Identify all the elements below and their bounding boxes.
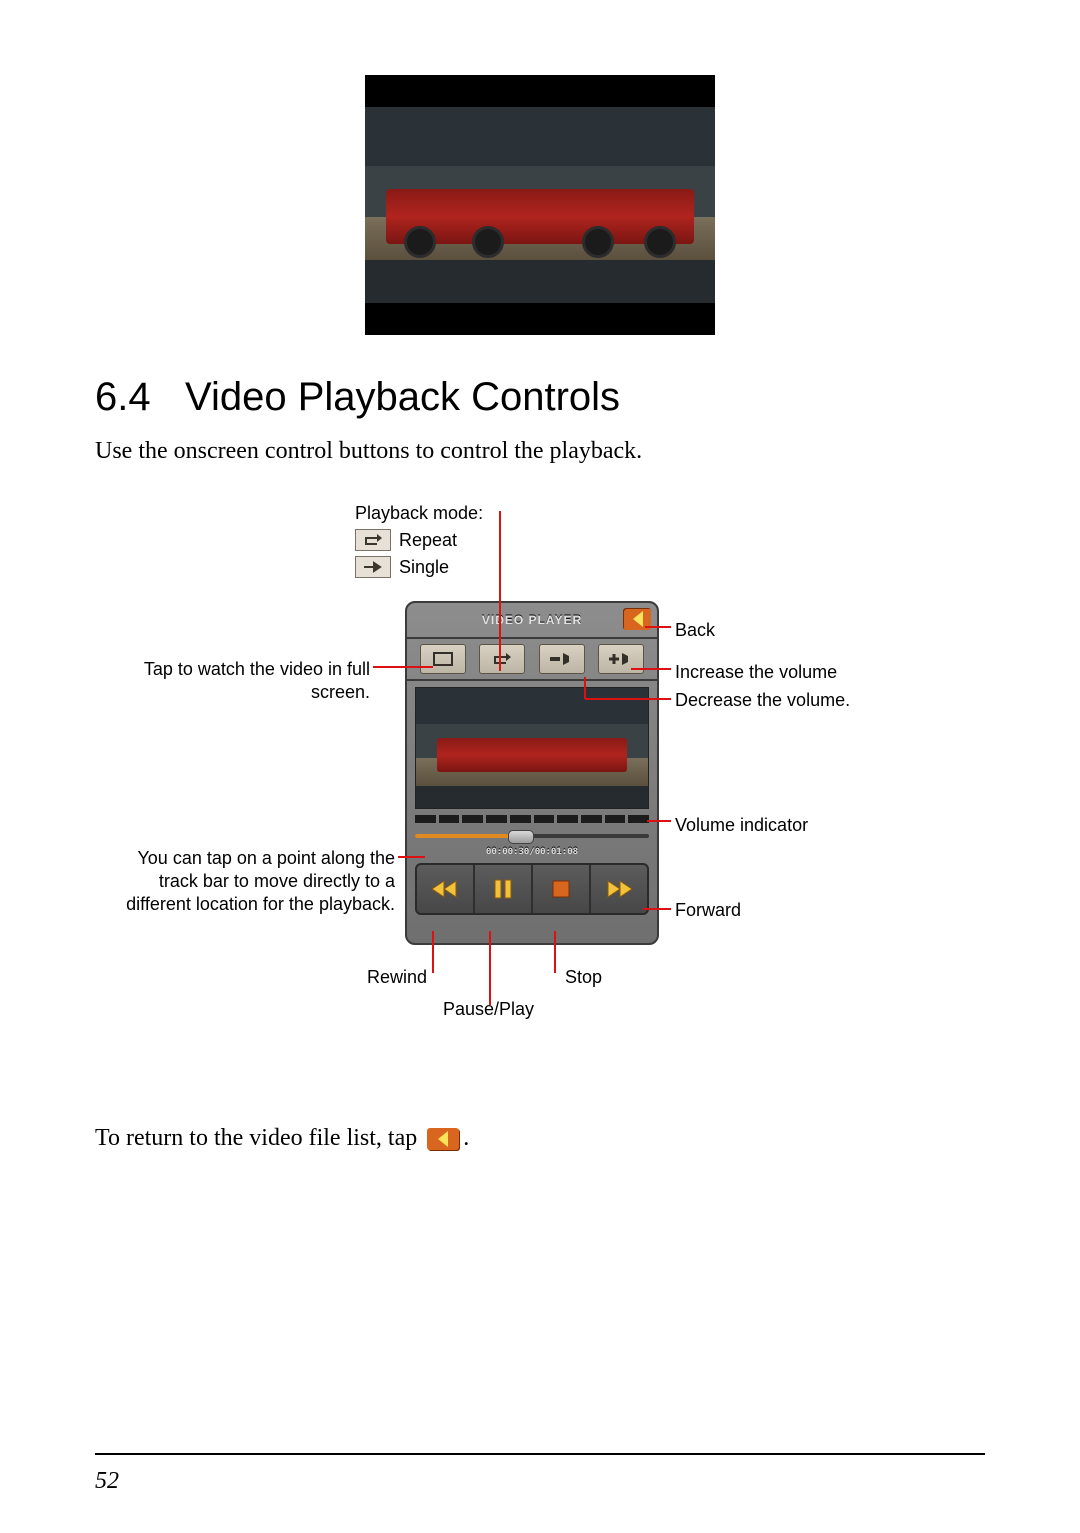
volup-annotation: Increase the volume: [675, 661, 837, 684]
forward-button[interactable]: [591, 865, 647, 913]
player-title: VIDEO PLAYER: [482, 614, 582, 626]
section-title: Video Playback Controls: [185, 375, 620, 419]
section-number: 6.4: [95, 375, 185, 420]
back-annotation: Back: [675, 619, 715, 642]
voldown-annotation: Decrease the volume.: [675, 689, 875, 712]
page-number: 52: [95, 1469, 119, 1493]
pauseplay-annotation: Pause/Play: [443, 998, 534, 1021]
repeat-icon: [355, 529, 391, 551]
rewind-annotation: Rewind: [357, 966, 427, 989]
return-text-after: .: [463, 1125, 469, 1151]
controls-diagram: Playback mode: Repeat Single Tap to watc…: [95, 501, 985, 1081]
trackbar-annotation: You can tap on a point along the track b…: [95, 847, 395, 916]
stop-annotation: Stop: [565, 966, 602, 989]
volume-down-button[interactable]: [539, 644, 585, 674]
back-button[interactable]: [623, 608, 651, 630]
track-bar[interactable]: [415, 827, 649, 845]
playback-mode-legend: Playback mode: Repeat Single: [355, 501, 483, 579]
rewind-button[interactable]: [417, 865, 475, 913]
back-icon: [427, 1128, 459, 1150]
volume-indicator: [415, 815, 649, 823]
time-display: 00:00:30/00:01:08: [407, 845, 657, 859]
fullscreen-annotation: Tap to watch the video in full screen.: [95, 658, 370, 704]
fullscreen-screenshot: [365, 75, 715, 335]
fullscreen-button[interactable]: [420, 644, 466, 674]
repeat-label: Repeat: [399, 528, 457, 552]
playback-mode-heading: Playback mode:: [355, 501, 483, 525]
section-heading: 6.4Video Playback Controls: [95, 375, 985, 420]
return-instruction: To return to the video file list, tap .: [95, 1125, 985, 1152]
playback-mode-button[interactable]: [479, 644, 525, 674]
video-thumbnail[interactable]: [415, 687, 649, 809]
footer-rule: [95, 1453, 985, 1455]
stop-button[interactable]: [533, 865, 591, 913]
intro-text: Use the onscreen control buttons to cont…: [95, 438, 985, 465]
single-icon: [355, 556, 391, 578]
single-label: Single: [399, 555, 449, 579]
pause-play-button[interactable]: [475, 865, 533, 913]
forward-annotation: Forward: [675, 899, 741, 922]
volume-up-button[interactable]: [598, 644, 644, 674]
volind-annotation: Volume indicator: [675, 814, 808, 837]
video-player: VIDEO PLAYER: [405, 601, 659, 945]
return-text-before: To return to the video file list, tap: [95, 1125, 423, 1151]
